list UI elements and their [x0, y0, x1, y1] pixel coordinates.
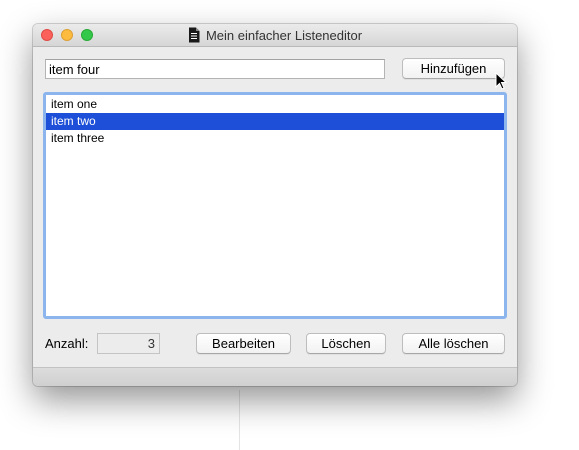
list-item[interactable]: item three [46, 130, 504, 147]
delete-all-button[interactable]: Alle löschen [402, 333, 505, 354]
mouse-cursor-icon [495, 72, 507, 90]
app-window: Mein einfacher Listeneditor Hinzufügen i… [33, 24, 517, 386]
add-button[interactable]: Hinzufügen [402, 58, 505, 79]
item-input[interactable] [45, 59, 385, 79]
count-field: 3 [97, 333, 160, 354]
edit-button[interactable]: Bearbeiten [196, 333, 291, 354]
list-item[interactable]: item two [46, 113, 504, 130]
delete-button[interactable]: Löschen [306, 333, 386, 354]
title-group: Mein einfacher Listeneditor [33, 24, 517, 46]
item-list[interactable]: item one item two item three [43, 92, 507, 319]
item-list-rows: item one item two item three [46, 96, 504, 147]
document-icon [188, 27, 200, 43]
list-item[interactable]: item one [46, 96, 504, 113]
count-label: Anzahl: [45, 336, 89, 351]
window-title: Mein einfacher Listeneditor [205, 27, 363, 43]
title-bar[interactable]: Mein einfacher Listeneditor [33, 24, 517, 47]
bottom-bar [33, 367, 517, 386]
background-divider [239, 390, 240, 450]
